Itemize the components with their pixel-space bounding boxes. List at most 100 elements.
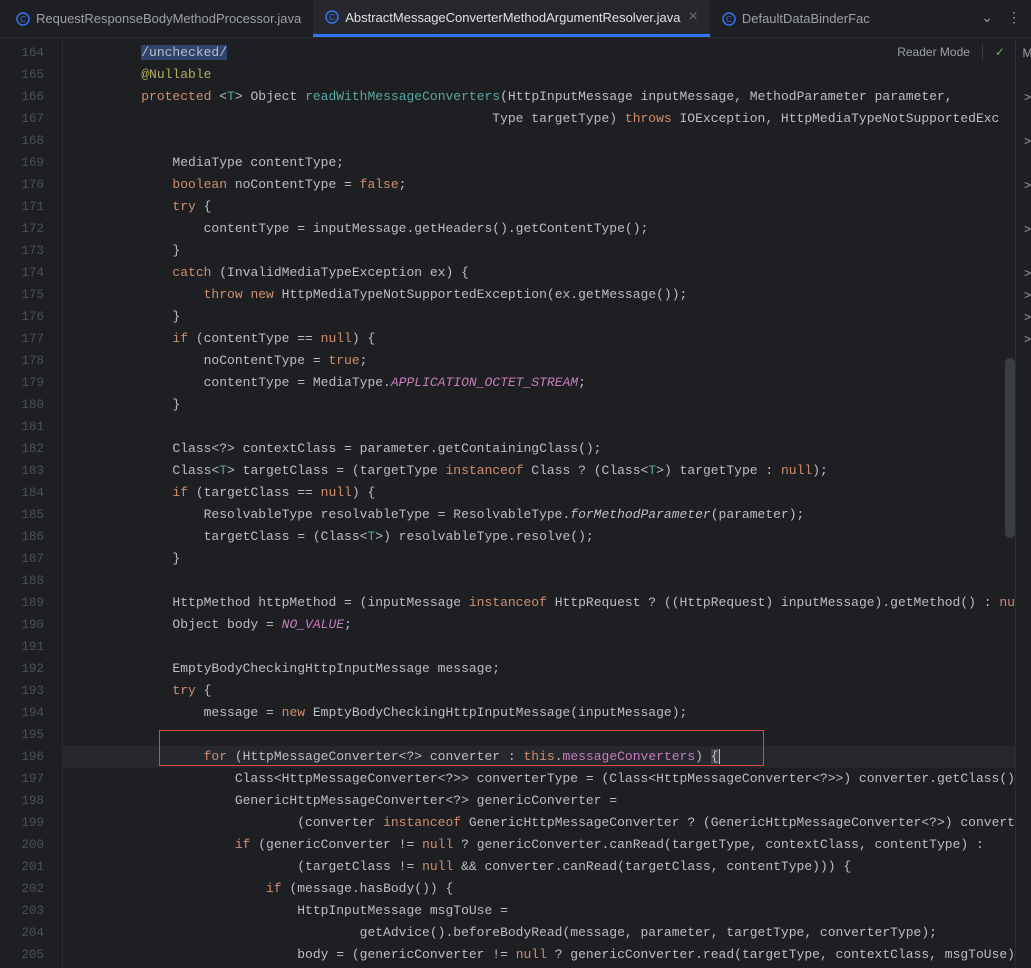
code-line[interactable]: noContentType = true; [63, 350, 1015, 372]
line-number-gutter: 1641651661671681691701711721731741751761… [0, 38, 62, 968]
line-number: 187 [0, 548, 44, 570]
code-line[interactable]: } [63, 548, 1015, 570]
code-line[interactable]: protected <T> Object readWithMessageConv… [63, 86, 1015, 108]
right-gutter-marker[interactable]: M [1016, 42, 1031, 64]
code-line[interactable]: Class<HttpMessageConverter<?>> converter… [63, 768, 1015, 790]
tab-file-2[interactable]: C AbstractMessageConverterMethodArgument… [313, 0, 710, 37]
code-line[interactable]: if (genericConverter != null ? genericCo… [63, 834, 1015, 856]
code-line[interactable]: if (targetClass == null) { [63, 482, 1015, 504]
code-line[interactable]: if (message.hasBody()) { [63, 878, 1015, 900]
line-number: 194 [0, 702, 44, 724]
code-line[interactable]: contentType = inputMessage.getHeaders().… [63, 218, 1015, 240]
code-line[interactable]: (converter instanceof GenericHttpMessage… [63, 812, 1015, 834]
code-line[interactable]: Type targetType) throws IOException, Htt… [63, 108, 1015, 130]
line-number: 202 [0, 878, 44, 900]
line-number: 198 [0, 790, 44, 812]
code-line[interactable]: MediaType contentType; [63, 152, 1015, 174]
code-line[interactable]: if (contentType == null) { [63, 328, 1015, 350]
chevron-down-icon[interactable]: ⌄ [981, 10, 993, 27]
code-line[interactable]: } [63, 306, 1015, 328]
code-line[interactable]: HttpInputMessage msgToUse = [63, 900, 1015, 922]
line-number: 166 [0, 86, 44, 108]
right-gutter-marker[interactable]: > [1016, 174, 1031, 196]
code-line[interactable]: for (HttpMessageConverter<?> converter :… [63, 746, 1015, 768]
line-number: 170 [0, 174, 44, 196]
line-number: 165 [0, 64, 44, 86]
java-class-icon: C [722, 12, 736, 26]
code-line[interactable]: } [63, 394, 1015, 416]
line-number: 177 [0, 328, 44, 350]
code-editor[interactable]: Reader Mode ✓ /unchecked/ @Nullable prot… [62, 38, 1015, 968]
line-number: 195 [0, 724, 44, 746]
code-line[interactable]: Class<?> contextClass = parameter.getCon… [63, 438, 1015, 460]
check-icon[interactable]: ✓ [995, 45, 1005, 59]
code-line[interactable]: contentType = MediaType.APPLICATION_OCTE… [63, 372, 1015, 394]
code-line[interactable] [63, 416, 1015, 438]
line-number: 200 [0, 834, 44, 856]
code-line[interactable]: getAdvice().beforeBodyRead(message, para… [63, 922, 1015, 944]
separator [982, 44, 983, 60]
right-gutter-marker[interactable]: > [1016, 262, 1031, 284]
code-line[interactable]: GenericHttpMessageConverter<?> genericCo… [63, 790, 1015, 812]
line-number: 171 [0, 196, 44, 218]
line-number: 201 [0, 856, 44, 878]
line-number: 168 [0, 130, 44, 152]
line-number: 179 [0, 372, 44, 394]
code-line[interactable]: Class<T> targetClass = (targetType insta… [63, 460, 1015, 482]
code-line[interactable]: } [63, 240, 1015, 262]
code-line[interactable]: (targetClass != null && converter.canRea… [63, 856, 1015, 878]
scrollbar-thumb[interactable] [1005, 358, 1015, 538]
code-line[interactable]: boolean noContentType = false; [63, 174, 1015, 196]
line-number: 167 [0, 108, 44, 130]
code-line[interactable]: /unchecked/ [63, 42, 1015, 64]
line-number: 204 [0, 922, 44, 944]
code-line[interactable]: throw new HttpMediaTypeNotSupportedExcep… [63, 284, 1015, 306]
line-number: 199 [0, 812, 44, 834]
code-line[interactable] [63, 570, 1015, 592]
code-line[interactable]: targetClass = (Class<T>) resolvableType.… [63, 526, 1015, 548]
code-line[interactable] [63, 636, 1015, 658]
code-line[interactable]: @Nullable [63, 64, 1015, 86]
tab-file-1[interactable]: C RequestResponseBodyMethodProcessor.jav… [4, 0, 313, 37]
code-line[interactable]: try { [63, 196, 1015, 218]
right-gutter-marker[interactable]: > [1016, 284, 1031, 306]
line-number: 205 [0, 944, 44, 966]
editor-main: 1641651661671681691701711721731741751761… [0, 38, 1031, 968]
code-line[interactable]: try { [63, 680, 1015, 702]
line-number: 184 [0, 482, 44, 504]
code-line[interactable]: body = (genericConverter != null ? gener… [63, 944, 1015, 966]
right-gutter-marker[interactable]: > [1016, 218, 1031, 240]
right-gutter-marker[interactable]: > [1016, 86, 1031, 108]
right-gutter-marker[interactable]: > [1016, 130, 1031, 152]
code-line[interactable]: message = new EmptyBodyCheckingHttpInput… [63, 702, 1015, 724]
line-number: 182 [0, 438, 44, 460]
code-line[interactable]: Object body = NO_VALUE; [63, 614, 1015, 636]
code-line[interactable] [63, 724, 1015, 746]
code-line[interactable]: HttpMethod httpMethod = (inputMessage in… [63, 592, 1015, 614]
line-number: 203 [0, 900, 44, 922]
java-class-icon: C [16, 12, 30, 26]
reader-mode-label[interactable]: Reader Mode [897, 45, 970, 59]
code-line[interactable]: ResolvableType resolvableType = Resolvab… [63, 504, 1015, 526]
line-number: 172 [0, 218, 44, 240]
right-gutter-spacer [1016, 152, 1031, 174]
line-number: 176 [0, 306, 44, 328]
svg-text:C: C [329, 13, 335, 22]
tab-label: DefaultDataBinderFac [742, 11, 870, 26]
svg-text:C: C [20, 15, 26, 24]
right-gutter-marker[interactable]: > [1016, 328, 1031, 350]
tab-file-3[interactable]: C DefaultDataBinderFac [710, 0, 882, 37]
tabs-actions: ⌄ ⋮ [981, 10, 1031, 27]
code-line[interactable] [63, 130, 1015, 152]
code-line[interactable]: catch (InvalidMediaTypeException ex) { [63, 262, 1015, 284]
line-number: 190 [0, 614, 44, 636]
more-icon[interactable]: ⋮ [1007, 10, 1021, 27]
line-number: 183 [0, 460, 44, 482]
tab-label: AbstractMessageConverterMethodArgumentRe… [345, 10, 680, 25]
close-icon[interactable]: × [689, 9, 698, 25]
right-tool-gutter[interactable]: M>>>>>>>> [1015, 38, 1031, 968]
svg-text:C: C [726, 15, 732, 24]
code-line[interactable]: EmptyBodyCheckingHttpInputMessage messag… [63, 658, 1015, 680]
right-gutter-marker[interactable]: > [1016, 306, 1031, 328]
right-gutter-spacer [1016, 196, 1031, 218]
